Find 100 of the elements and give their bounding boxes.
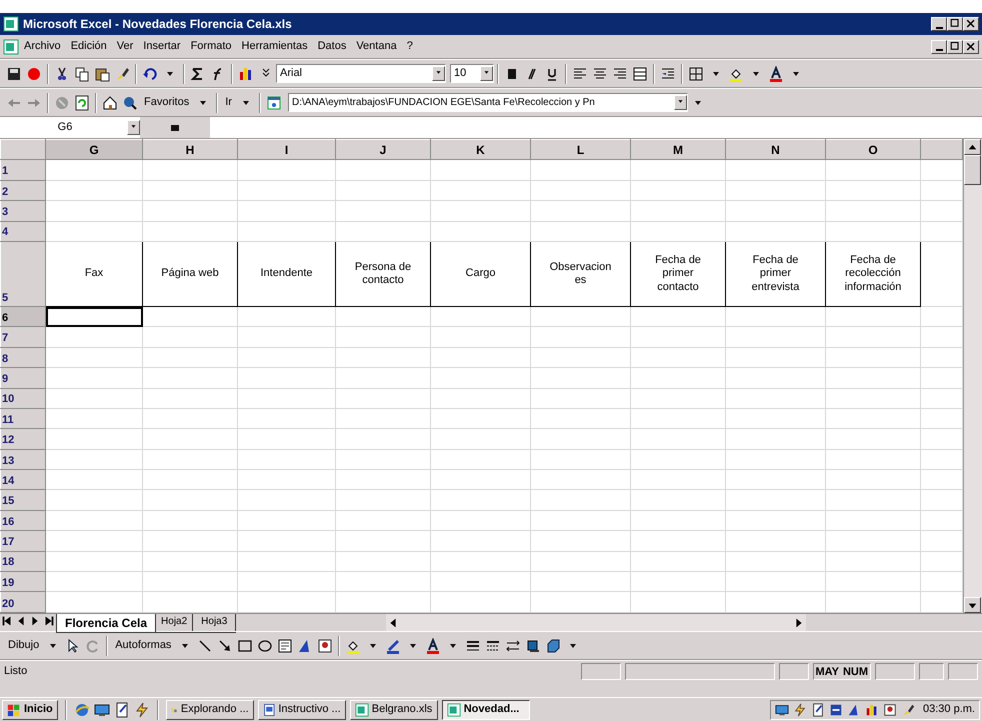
taskbar-button[interactable]: Explorando ... <box>166 700 254 720</box>
autoshapes-menu[interactable]: Autoformas <box>111 637 176 654</box>
go-menu[interactable]: Ir <box>221 94 236 111</box>
lightning-icon[interactable] <box>793 702 808 716</box>
row-header[interactable]: 4 <box>0 221 46 242</box>
horizontal-scrollbar[interactable] <box>386 614 806 631</box>
chart-icon[interactable] <box>865 702 880 716</box>
taskbar-button[interactable]: Novedad... <box>442 700 530 720</box>
line-color-icon[interactable] <box>385 638 402 654</box>
menu-item[interactable]: Archivo <box>19 37 66 56</box>
font-color-icon[interactable] <box>425 638 442 654</box>
column-header[interactable]: I <box>238 140 336 160</box>
row-header[interactable]: 18 <box>0 551 46 572</box>
brush-icon[interactable] <box>114 66 130 82</box>
row-header[interactable]: 15 <box>0 490 46 510</box>
font-color-icon[interactable] <box>768 66 784 82</box>
spreadsheet-icon[interactable] <box>3 38 19 54</box>
arrow-style-icon[interactable] <box>505 638 522 654</box>
row-header[interactable]: 19 <box>0 571 46 592</box>
borders-icon[interactable] <box>688 66 704 82</box>
font-field[interactable]: Arial <box>276 64 446 83</box>
minimize-button[interactable] <box>931 40 947 54</box>
copy-icon[interactable] <box>74 66 90 82</box>
save-icon[interactable] <box>6 66 22 82</box>
undo-icon[interactable] <box>142 66 158 82</box>
notepad-icon[interactable] <box>811 702 826 716</box>
row-header[interactable]: 5 <box>0 241 46 307</box>
text-box-icon[interactable] <box>277 638 294 654</box>
search-icon[interactable] <box>122 94 138 110</box>
row-header[interactable]: 7 <box>0 326 46 348</box>
sheet-tab[interactable]: Florencia Cela <box>56 614 156 633</box>
desktop-icon[interactable] <box>775 702 790 716</box>
sheet-tab[interactable]: Hoja3 <box>192 614 236 633</box>
close-button[interactable] <box>963 40 979 54</box>
rectangle-icon[interactable] <box>237 638 254 654</box>
chart-icon[interactable] <box>238 66 254 82</box>
brush-icon[interactable] <box>901 702 916 716</box>
menu-item[interactable]: Herramientas <box>236 37 313 56</box>
paste-icon[interactable] <box>94 66 110 82</box>
row-header[interactable]: 13 <box>0 449 46 470</box>
row-header[interactable]: 9 <box>0 368 46 388</box>
minimize-button[interactable] <box>931 17 947 31</box>
clipart-icon[interactable] <box>317 638 334 654</box>
active-cell[interactable] <box>46 306 142 327</box>
row-header[interactable]: 16 <box>0 510 46 531</box>
row-header[interactable]: 17 <box>0 530 46 552</box>
maximize-button[interactable] <box>947 17 963 31</box>
cube-icon[interactable] <box>545 638 562 654</box>
row-header[interactable]: 2 <box>0 180 46 201</box>
taskbar-button[interactable]: Belgrano.xls <box>350 700 438 720</box>
clipart-icon[interactable] <box>883 702 898 716</box>
row-header[interactable]: 12 <box>0 428 46 450</box>
column-header[interactable]: L <box>530 140 630 160</box>
close-button[interactable] <box>963 17 979 31</box>
column-header[interactable]: O <box>826 140 920 160</box>
equals-button[interactable] <box>171 124 179 130</box>
column-header[interactable]: H <box>142 140 238 160</box>
address-field[interactable]: D:\ANA\eym\trabajos\FUNDACION EGE\Santa Fe\Recoleccion y Pn <box>288 93 688 112</box>
maximize-button[interactable] <box>947 40 963 54</box>
window-icon[interactable] <box>266 94 282 110</box>
vertical-scrollbar[interactable] <box>963 139 982 613</box>
row-header[interactable]: 3 <box>0 200 46 221</box>
home-icon[interactable] <box>102 94 118 110</box>
column-header[interactable]: N <box>726 140 826 160</box>
menu-item[interactable]: Formato <box>186 37 237 56</box>
draw-menu[interactable]: Dibujo <box>4 637 44 654</box>
menu-item[interactable]: Insertar <box>138 37 186 56</box>
column-header[interactable]: J <box>336 140 430 160</box>
row-header[interactable]: 8 <box>0 347 46 368</box>
row-header[interactable]: 14 <box>0 470 46 490</box>
ellipse-icon[interactable] <box>257 638 274 654</box>
merge-icon[interactable] <box>632 66 648 82</box>
column-header[interactable]: G <box>46 140 142 160</box>
notepad-icon[interactable] <box>114 702 130 718</box>
line-icon[interactable] <box>197 638 214 654</box>
row-header[interactable]: 1 <box>0 160 46 180</box>
desktop-icon[interactable] <box>94 702 110 718</box>
tray-app-icon[interactable] <box>829 702 844 716</box>
shadow-icon[interactable] <box>525 638 542 654</box>
scroll-thumb[interactable] <box>964 155 981 185</box>
align-left-icon[interactable] <box>572 66 588 82</box>
row-header[interactable]: 11 <box>0 408 46 429</box>
row-header[interactable]: 6 <box>0 306 46 327</box>
row-header[interactable]: 20 <box>0 592 46 612</box>
refresh-icon[interactable] <box>74 94 90 110</box>
menu-item[interactable]: ? <box>402 37 418 56</box>
taskbar-button[interactable]: Instructivo ... <box>258 700 346 720</box>
size-field[interactable]: 10 <box>450 64 494 83</box>
align-right-icon[interactable] <box>612 66 628 82</box>
indent-icon[interactable] <box>660 66 676 82</box>
column-header[interactable]: K <box>430 140 530 160</box>
lightning-icon[interactable] <box>134 702 150 718</box>
menu-item[interactable]: Ventana <box>351 37 402 56</box>
align-center-icon[interactable] <box>592 66 608 82</box>
menu-item[interactable]: Ver <box>112 37 138 56</box>
row-header[interactable]: 10 <box>0 388 46 408</box>
menu-item[interactable]: Datos <box>312 37 352 56</box>
menu-item[interactable]: Edición <box>66 37 112 56</box>
column-header[interactable]: M <box>630 140 726 160</box>
favorites-menu[interactable]: Favoritos <box>140 94 194 111</box>
